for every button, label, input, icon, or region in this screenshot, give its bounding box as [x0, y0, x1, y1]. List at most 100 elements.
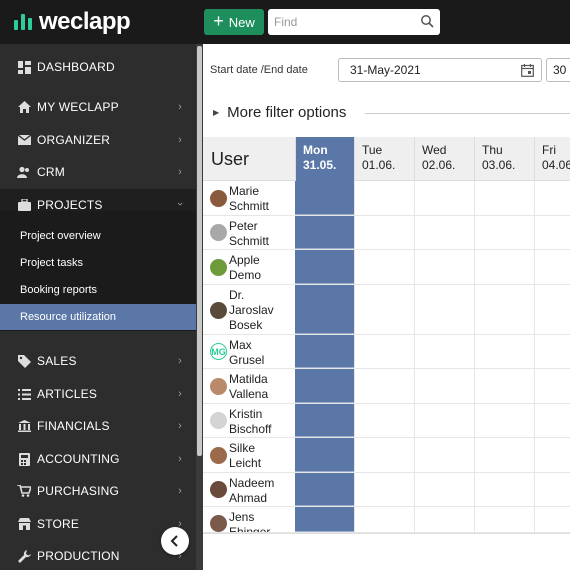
date-range-label: Start date /End date: [210, 64, 308, 76]
collapse-sidebar-button[interactable]: [161, 527, 189, 555]
sidebar-item-sales[interactable]: SALES ›: [0, 345, 196, 377]
sidebar-item-my-weclapp[interactable]: MY WECLAPP ›: [0, 91, 196, 123]
day-name: Thu: [482, 143, 503, 157]
chevron-right-icon: ›: [178, 485, 182, 497]
user-name: Nadeem Ahmad: [229, 476, 275, 505]
user-name: Jens Ehinger: [229, 510, 271, 533]
sidebar-item-financials[interactable]: FINANCIALS ›: [0, 410, 196, 442]
table-row[interactable]: Silke Leicht: [203, 438, 570, 473]
utilization-cell[interactable]: [295, 216, 354, 249]
user-name: Apple Demo: [229, 253, 262, 282]
start-date-value: 31-May-2021: [350, 63, 421, 77]
table-row[interactable]: Kristin Bischoff: [203, 404, 570, 438]
user-name: Kristin Bischoff: [229, 407, 272, 436]
new-button[interactable]: + New: [204, 9, 264, 35]
logo-text: weclapp: [39, 8, 131, 35]
sidebar-item-label: PURCHASING: [37, 484, 120, 498]
avatar: [210, 259, 227, 276]
sidebar-item-label: ARTICLES: [37, 387, 98, 401]
user-name: Silke Leicht: [229, 441, 262, 470]
sidebar-item-label: PRODUCTION: [37, 549, 120, 563]
sidebar-subitem-project-tasks[interactable]: Project tasks: [0, 250, 196, 276]
utilization-cell[interactable]: [295, 250, 354, 284]
day-name: Mon: [303, 143, 328, 157]
chevron-right-icon: ›: [178, 388, 182, 400]
sidebar-item-organizer[interactable]: ORGANIZER ›: [0, 124, 196, 156]
home-icon: [17, 100, 31, 114]
resource-grid: User Mon 31.05. Tue 01.06. Wed 02.06. Th…: [203, 137, 570, 537]
day-date: 01.06.: [362, 158, 396, 172]
table-row[interactable]: Nadeem Ahmad: [203, 473, 570, 507]
sidebar-item-accounting[interactable]: ACCOUNTING ›: [0, 443, 196, 475]
utilization-cell[interactable]: [295, 369, 354, 403]
day-name: Fri: [542, 143, 556, 157]
chevron-right-icon: ›: [178, 101, 182, 113]
start-date-input[interactable]: 31-May-2021: [338, 58, 542, 82]
day-name: Wed: [422, 143, 447, 157]
search-input[interactable]: [268, 9, 440, 35]
avatar: [210, 378, 227, 395]
chevron-right-icon: ›: [178, 166, 182, 178]
utilization-cell[interactable]: [295, 285, 354, 334]
bottom-bar: [203, 533, 570, 570]
day-header-tue[interactable]: Tue 01.06.: [354, 137, 413, 181]
main-content: Start date /End date 31-May-2021 30 ▶ Mo…: [203, 44, 570, 570]
sidebar-item-purchasing[interactable]: PURCHASING ›: [0, 475, 196, 507]
more-filter-toggle[interactable]: ▶ More filter options: [213, 104, 346, 121]
sidebar-subitem-resource-utilization[interactable]: Resource utilization: [0, 304, 196, 330]
table-row[interactable]: Marie Schmitt: [203, 181, 570, 216]
tag-icon: [17, 354, 31, 368]
sidebar-item-label: DASHBOARD: [37, 60, 115, 74]
sidebar-subitem-project-overview[interactable]: Project overview: [0, 223, 196, 249]
wrench-icon: [17, 549, 31, 563]
day-header-wed[interactable]: Wed 02.06.: [414, 137, 473, 181]
utilization-cell[interactable]: [295, 404, 354, 437]
user-name: Marie Schmitt: [229, 184, 270, 213]
sidebar-item-articles[interactable]: ARTICLES ›: [0, 378, 196, 410]
sidebar-subitem-booking-reports[interactable]: Booking reports: [0, 277, 196, 303]
table-row[interactable]: Matilda Vallena: [203, 369, 570, 404]
table-row[interactable]: Jens Ehinger: [203, 507, 570, 533]
list-icon: [17, 387, 31, 401]
day-header-mon[interactable]: Mon 31.05.: [295, 137, 354, 181]
users-icon: [17, 165, 31, 179]
avatar: MG: [210, 343, 227, 360]
table-row[interactable]: Peter Schmitt: [203, 216, 570, 250]
end-date-input[interactable]: 30: [546, 58, 570, 82]
sidebar: DASHBOARD MY WECLAPP › ORGANIZER › CRM ›…: [0, 44, 203, 570]
avatar: [210, 190, 227, 207]
new-button-label: New: [228, 14, 255, 30]
sidebar-item-dashboard[interactable]: DASHBOARD: [0, 51, 196, 83]
avatar: [210, 302, 227, 319]
envelope-icon: [17, 133, 31, 147]
utilization-cell[interactable]: [295, 473, 354, 506]
sidebar-item-label: SALES: [37, 354, 77, 368]
table-row[interactable]: MG Max Grusel: [203, 335, 570, 369]
sidebar-item-label: CRM: [37, 165, 65, 179]
avatar: [210, 412, 227, 429]
dashboard-icon: [17, 60, 31, 74]
plus-icon: +: [213, 11, 224, 31]
day-header-thu[interactable]: Thu 03.06.: [474, 137, 533, 181]
day-date: 31.05.: [303, 158, 337, 172]
weclapp-logo-icon: [14, 14, 32, 30]
utilization-cell[interactable]: [295, 181, 354, 215]
table-row[interactable]: Dr. Jaroslav Bosek: [203, 285, 570, 335]
utilization-cell[interactable]: [295, 438, 354, 472]
bank-icon: [17, 419, 31, 433]
sidebar-item-crm[interactable]: CRM ›: [0, 156, 196, 188]
chevron-left-icon: [170, 535, 178, 547]
search-icon[interactable]: [420, 14, 434, 28]
utilization-cell[interactable]: [295, 335, 354, 368]
day-header-fri[interactable]: Fri 04.06: [534, 137, 570, 181]
chevron-down-icon: ›: [174, 202, 187, 206]
calendar-icon[interactable]: [521, 64, 534, 77]
table-row[interactable]: Apple Demo: [203, 250, 570, 285]
utilization-cell[interactable]: [295, 507, 354, 532]
divider: [365, 113, 570, 114]
chevron-right-icon: ›: [178, 453, 182, 465]
sidebar-scrollbar-thumb[interactable]: [197, 46, 202, 456]
logo[interactable]: weclapp: [14, 7, 131, 37]
more-filter-label: More filter options: [227, 104, 347, 121]
end-date-value: 30: [553, 63, 567, 77]
